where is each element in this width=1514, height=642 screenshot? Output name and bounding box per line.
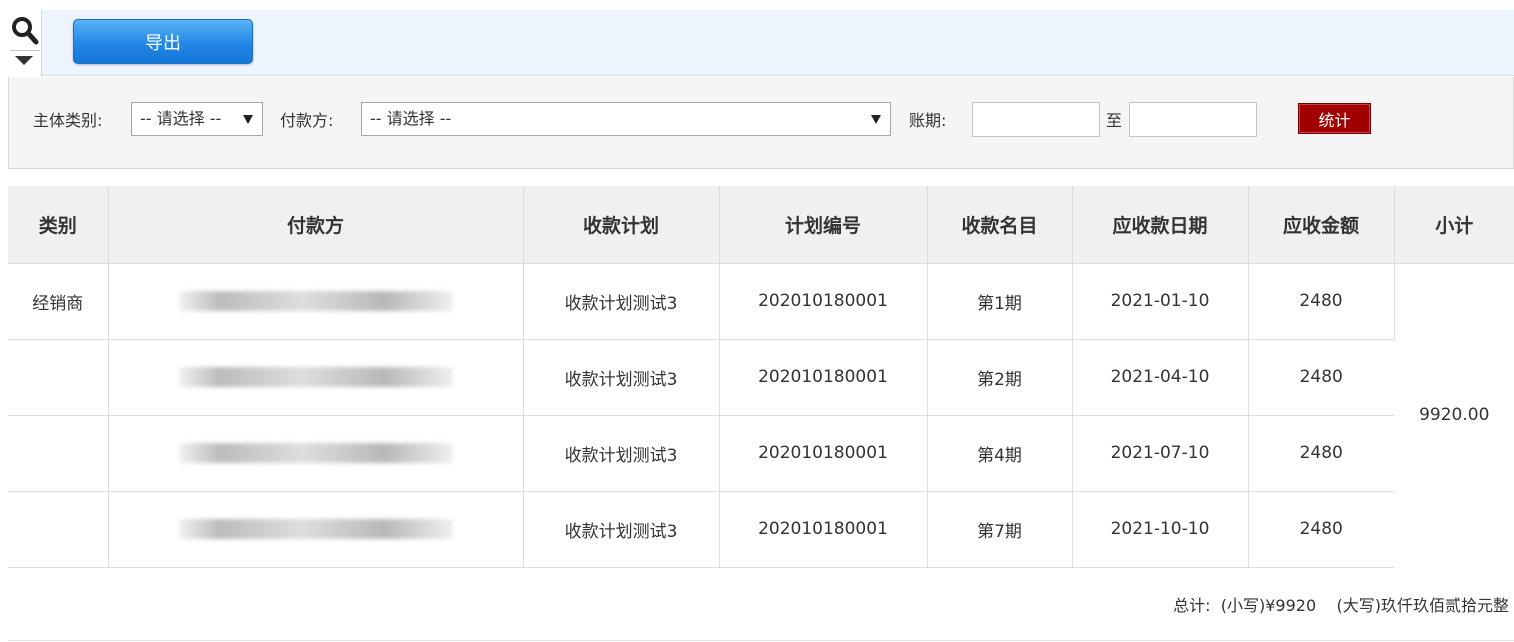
- plan-number-cell: 202010180001: [719, 338, 928, 415]
- divider: [8, 640, 1514, 641]
- due-date-cell: 2021-10-10: [1072, 490, 1249, 568]
- column-header: 付款方: [108, 186, 524, 263]
- due-date-cell: 2021-07-10: [1072, 414, 1249, 491]
- item-cell: 第1期: [927, 262, 1073, 339]
- period-start-input[interactable]: [972, 102, 1100, 137]
- grand-total: 总计: (小写)¥9920 (大写)玖仟玖佰贰拾元整: [1173, 592, 1509, 616]
- table-row: 收款计划测试3 202010180001 第4期 2021-07-10 2480: [8, 414, 1514, 491]
- due-date-cell: 2021-01-10: [1072, 262, 1249, 339]
- redacted-payer: [178, 291, 453, 311]
- column-header: 收款计划: [523, 186, 720, 263]
- plan-number-cell: 202010180001: [719, 414, 928, 491]
- amount-cell: 2480: [1248, 338, 1394, 415]
- total-label: 总计:: [1173, 596, 1211, 615]
- item-cell: 第4期: [927, 414, 1073, 491]
- payer-cell: [108, 414, 524, 491]
- payer-select[interactable]: -- 请选择 --: [361, 102, 891, 136]
- column-header: 小计: [1394, 186, 1514, 263]
- redacted-payer: [178, 519, 453, 539]
- table-row: 收款计划测试3 202010180001 第2期 2021-04-10 2480: [8, 338, 1514, 415]
- table-row: 收款计划测试3 202010180001 第7期 2021-10-10 2480: [8, 490, 1514, 568]
- table-row: 经销商 收款计划测试3 202010180001 第1期 2021-01-10 …: [8, 262, 1514, 567]
- toolbar: 导出: [8, 10, 1514, 76]
- period-label: 账期:: [909, 111, 947, 130]
- plan-cell: 收款计划测试3: [523, 414, 720, 491]
- amount-cell: 2480: [1248, 490, 1394, 568]
- subtotal-cell: 9920.00: [1394, 262, 1514, 567]
- search-icon[interactable]: [11, 16, 39, 46]
- upper-case-label: (大写): [1336, 596, 1381, 615]
- column-header: 计划编号: [719, 186, 928, 263]
- statistics-button[interactable]: 统计: [1298, 103, 1371, 134]
- item-cell: 第7期: [927, 490, 1073, 568]
- table-header-row: 类别 付款方 收款计划 计划编号 收款名目 应收款日期 应收金额 小计: [8, 186, 1514, 263]
- lower-case-total: ¥9920: [1265, 596, 1317, 615]
- upper-case-total: 玖仟玖佰贰拾元整: [1380, 596, 1509, 615]
- period-to-label: 至: [1106, 111, 1123, 130]
- item-cell: 第2期: [927, 338, 1073, 415]
- subject-type-value: -- 请选择 --: [140, 109, 222, 128]
- filter-panel: 主体类别: -- 请选择 -- 付款方: -- 请选择 -- 账期: 至 统计: [8, 77, 1514, 169]
- amount-cell: 2480: [1248, 414, 1394, 491]
- subject-type-select[interactable]: -- 请选择 --: [131, 102, 263, 136]
- category-cell: [8, 414, 109, 491]
- subject-type-label: 主体类别:: [33, 111, 103, 130]
- payer-label: 付款方:: [280, 111, 334, 130]
- redacted-payer: [178, 443, 453, 463]
- column-header: 应收金额: [1248, 186, 1395, 263]
- divider: [10, 50, 40, 51]
- plan-cell: 收款计划测试3: [523, 490, 720, 568]
- redacted-payer: [178, 367, 453, 387]
- payer-cell: [108, 262, 524, 339]
- lower-case-label: (小写): [1220, 596, 1266, 615]
- plan-number-cell: 202010180001: [719, 262, 928, 339]
- receivables-table: 类别 付款方 收款计划 计划编号 收款名目 应收款日期 应收金额 小计 经销商 …: [8, 186, 1514, 568]
- column-header: 应收款日期: [1072, 186, 1249, 263]
- plan-cell: 收款计划测试3: [523, 338, 720, 415]
- column-header: 类别: [8, 186, 109, 263]
- amount-cell: 2480: [1248, 262, 1395, 339]
- due-date-cell: 2021-04-10: [1072, 338, 1249, 415]
- dropdown-arrow-icon: [243, 115, 253, 124]
- category-cell: [8, 338, 109, 415]
- category-cell: [8, 490, 109, 568]
- column-header: 收款名目: [927, 186, 1073, 263]
- payer-cell: [108, 338, 524, 415]
- plan-cell: 收款计划测试3: [523, 262, 720, 339]
- plan-number-cell: 202010180001: [719, 490, 928, 568]
- payer-cell: [108, 490, 524, 568]
- export-button[interactable]: 导出: [73, 19, 253, 64]
- dropdown-arrow-icon: [871, 115, 881, 124]
- period-end-input[interactable]: [1129, 102, 1257, 137]
- category-cell: 经销商: [8, 262, 109, 339]
- search-toggle[interactable]: [8, 10, 42, 76]
- caret-down-icon[interactable]: [15, 56, 33, 65]
- payer-value: -- 请选择 --: [370, 109, 452, 128]
